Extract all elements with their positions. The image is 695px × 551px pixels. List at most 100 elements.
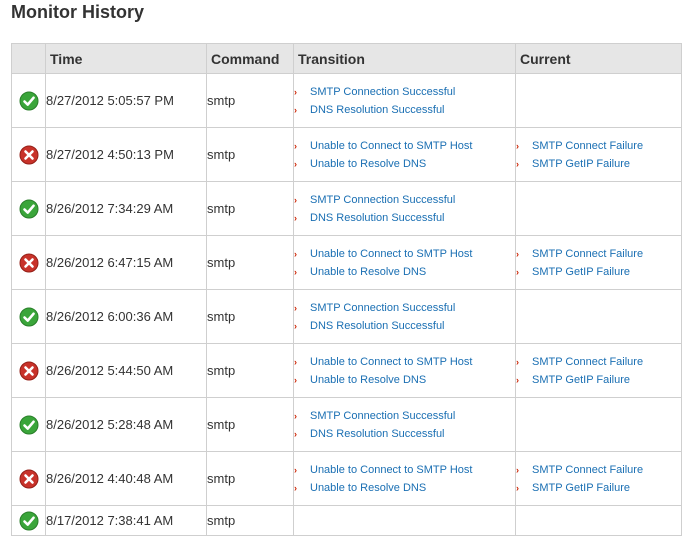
current-item: › SMTP GetIP Failure [516,263,681,281]
transition-link[interactable]: SMTP Connection Successful [310,302,455,314]
current-link[interactable]: SMTP Connect Failure [532,140,643,152]
transition-item: › Unable to Connect to SMTP Host [294,137,515,155]
table-row: 8/17/2012 7:38:41 AM smtp [11,505,682,536]
column-header-current[interactable]: Current [515,43,682,74]
chevron-right-icon: › [294,158,297,169]
monitor-history-table: Time Command Transition Current 8/27/201… [11,43,682,536]
transition-link[interactable]: Unable to Resolve DNS [310,266,426,278]
transition-cell: › SMTP Connection Successful › DNS Resoluti… [293,289,516,344]
chevron-right-icon: › [294,248,297,259]
command-cell: smtp [206,127,294,182]
transition-list: › SMTP Connection Successful › DNS Resoluti… [294,407,515,443]
current-item: › SMTP Connect Failure [516,461,681,479]
chevron-right-icon: › [294,194,297,205]
status-cell [11,127,46,182]
transition-link[interactable]: DNS Resolution Successful [310,104,445,116]
current-link[interactable]: SMTP Connect Failure [532,356,643,368]
chevron-right-icon: › [294,356,297,367]
transition-item: › SMTP Connection Successful [294,407,515,425]
transition-item: › Unable to Resolve DNS [294,263,515,281]
transition-cell: › SMTP Connection Successful › DNS Resoluti… [293,181,516,236]
check-icon [19,415,38,434]
transition-item: › Unable to Connect to SMTP Host [294,353,515,371]
transition-link[interactable]: SMTP Connection Successful [310,410,455,422]
chevron-right-icon: › [294,104,297,115]
transition-item: › SMTP Connection Successful [294,299,515,317]
status-cell [11,289,46,344]
chevron-right-icon: › [294,302,297,313]
transition-link[interactable]: Unable to Resolve DNS [310,482,426,494]
transition-link[interactable]: Unable to Resolve DNS [310,374,426,386]
chevron-right-icon: › [516,356,519,367]
current-item: › SMTP Connect Failure [516,137,681,155]
transition-link[interactable]: Unable to Connect to SMTP Host [310,140,472,152]
transition-link[interactable]: Unable to Connect to SMTP Host [310,356,472,368]
status-cell [11,343,46,398]
transition-link[interactable]: SMTP Connection Successful [310,86,455,98]
current-item: › SMTP Connect Failure [516,353,681,371]
table-row: 8/26/2012 4:40:48 AM smtp › Unable to Conne… [11,451,682,506]
check-icon [19,91,38,110]
check-icon [19,307,38,326]
transition-list: › SMTP Connection Successful › DNS Resoluti… [294,83,515,119]
current-item: › SMTP GetIP Failure [516,371,681,389]
transition-cell: › Unable to Connect to SMTP Host › Unable t… [293,343,516,398]
chevron-right-icon: › [294,140,297,151]
transition-link[interactable]: DNS Resolution Successful [310,428,445,440]
chevron-right-icon: › [516,248,519,259]
chevron-right-icon: › [294,212,297,223]
column-header-status [11,43,46,74]
chevron-right-icon: › [294,266,297,277]
chevron-right-icon: › [294,482,297,493]
transition-link[interactable]: Unable to Resolve DNS [310,158,426,170]
transition-list: › Unable to Connect to SMTP Host › Unable t… [294,245,515,281]
transition-item: › SMTP Connection Successful [294,191,515,209]
chevron-right-icon: › [516,374,519,385]
check-icon [19,199,38,218]
current-link[interactable]: SMTP Connect Failure [532,464,643,476]
current-item: › SMTP Connect Failure [516,245,681,263]
transition-item: › Unable to Resolve DNS [294,155,515,173]
column-header-command[interactable]: Command [206,43,294,74]
chevron-right-icon: › [516,140,519,151]
transition-list: › Unable to Connect to SMTP Host › Unable t… [294,353,515,389]
status-cell [11,73,46,128]
status-cell [11,397,46,452]
status-cell [11,505,46,536]
current-cell: › SMTP Connect Failure › SMTP GetIP Failure [515,451,682,506]
chevron-right-icon: › [516,266,519,277]
current-cell [515,181,682,236]
transition-link[interactable]: DNS Resolution Successful [310,212,445,224]
column-header-transition[interactable]: Transition [293,43,516,74]
transition-link[interactable]: DNS Resolution Successful [310,320,445,332]
transition-list: › Unable to Connect to SMTP Host › Unable t… [294,137,515,173]
command-cell: smtp [206,505,294,536]
transition-cell: › SMTP Connection Successful › DNS Resoluti… [293,397,516,452]
table-row: 8/27/2012 4:50:13 PM smtp › Unable to Conne… [11,127,682,182]
x-icon [19,145,38,164]
transition-item: › DNS Resolution Successful [294,317,515,335]
transition-item: › Unable to Resolve DNS [294,479,515,497]
transition-link[interactable]: Unable to Connect to SMTP Host [310,248,472,260]
status-cell [11,451,46,506]
current-link[interactable]: SMTP GetIP Failure [532,374,630,386]
current-list: › SMTP Connect Failure › SMTP GetIP Failure [516,353,681,389]
chevron-right-icon: › [294,86,297,97]
time-cell: 8/26/2012 5:44:50 AM [45,343,207,398]
transition-item: › Unable to Connect to SMTP Host [294,245,515,263]
current-cell: › SMTP Connect Failure › SMTP GetIP Failure [515,235,682,290]
transition-cell: › Unable to Connect to SMTP Host › Unable t… [293,127,516,182]
transition-link[interactable]: Unable to Connect to SMTP Host [310,464,472,476]
current-link[interactable]: SMTP GetIP Failure [532,158,630,170]
transition-item: › SMTP Connection Successful [294,83,515,101]
current-link[interactable]: SMTP GetIP Failure [532,482,630,494]
current-link[interactable]: SMTP GetIP Failure [532,266,630,278]
check-icon [19,511,38,530]
current-link[interactable]: SMTP Connect Failure [532,248,643,260]
status-cell [11,235,46,290]
transition-cell: › Unable to Connect to SMTP Host › Unable t… [293,451,516,506]
x-icon [19,361,38,380]
transition-link[interactable]: SMTP Connection Successful [310,194,455,206]
column-header-time[interactable]: Time [45,43,207,74]
table-row: 8/26/2012 6:00:36 AM smtp › SMTP Connection… [11,289,682,344]
